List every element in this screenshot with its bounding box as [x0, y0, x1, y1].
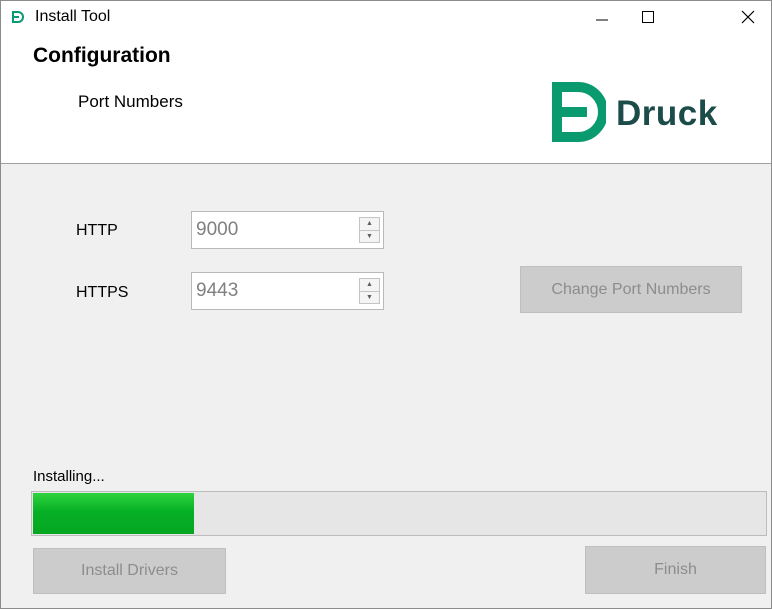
https-port-spin-buttons: ▲ ▼ [359, 278, 380, 304]
logo-text: Druck [616, 94, 718, 133]
https-port-stepper[interactable]: 9443 ▲ ▼ [191, 272, 384, 310]
maximize-button[interactable] [625, 1, 671, 33]
https-label: HTTPS [76, 284, 129, 301]
page-subtitle: Port Numbers [78, 92, 183, 111]
http-label: HTTP [76, 222, 118, 239]
finish-button[interactable]: Finish [585, 546, 766, 594]
title-bar: Install Tool [1, 1, 771, 33]
druck-logo-icon [552, 81, 608, 147]
spin-up-icon[interactable]: ▲ [359, 217, 380, 231]
window-title: Install Tool [35, 8, 111, 25]
http-port-stepper[interactable]: 9000 ▲ ▼ [191, 211, 384, 249]
http-port-spin-buttons: ▲ ▼ [359, 217, 380, 243]
status-text: Installing... [33, 468, 105, 485]
page-title: Configuration [33, 44, 171, 67]
spin-down-icon[interactable]: ▼ [359, 230, 380, 243]
spin-down-icon[interactable]: ▼ [359, 291, 380, 304]
minimize-icon [595, 10, 609, 24]
install-progress-bar [31, 491, 767, 536]
install-tool-window: Install Tool Configuration Port Numbers [0, 0, 772, 609]
change-port-numbers-button[interactable]: Change Port Numbers [520, 266, 742, 313]
spin-up-icon[interactable]: ▲ [359, 278, 380, 292]
install-drivers-button[interactable]: Install Drivers [33, 548, 226, 594]
maximize-icon [641, 10, 655, 24]
progress-fill [33, 493, 195, 534]
minimize-button[interactable] [579, 1, 625, 33]
druck-logo: Druck [552, 81, 718, 147]
close-icon [740, 9, 756, 25]
http-port-value: 9000 [196, 219, 239, 240]
close-button[interactable] [725, 1, 771, 33]
druck-app-icon [11, 10, 25, 24]
https-port-value: 9443 [196, 280, 239, 301]
